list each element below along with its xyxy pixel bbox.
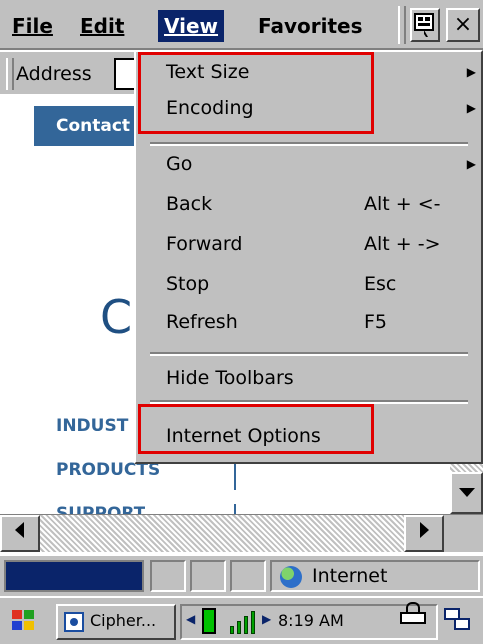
address-label: Address [16,63,92,85]
security-zone-pane: Internet [270,560,480,592]
submenu-arrow-icon: ▶ [466,101,476,115]
menu-item-shortcut: Alt + <- [364,193,441,215]
keyboard-icon[interactable] [398,602,430,626]
browser-icon [64,612,84,632]
clock[interactable]: 8:19 AM [278,606,344,636]
menu-item-shortcut: Alt + -> [364,233,441,255]
menu-item-back[interactable]: Back Alt + <- [166,186,476,222]
task-switcher-icon[interactable] [444,608,474,638]
menu-item-refresh[interactable]: Refresh F5 [166,304,476,340]
menu-favorites-label: Favorites [258,14,363,38]
status-pane [150,560,186,592]
toolbar-icon [414,13,434,37]
taskbar: Cipher... ◀ ▶ 8:19 AM [0,596,483,644]
address-bar-grip[interactable] [6,58,14,90]
menu-view[interactable]: View [158,10,225,42]
windows-flag-icon [12,610,36,632]
menu-item-label: Go [166,153,193,175]
progress-bar [4,560,144,592]
security-zone-label: Internet [312,565,388,587]
scroll-right-button[interactable] [404,515,444,552]
nav-support-link[interactable]: SUPPORT [56,504,145,514]
menu-item-label: Stop [166,273,210,295]
menu-separator [150,352,468,356]
horizontal-scrollbar[interactable] [0,514,483,552]
arrow-right-icon [420,522,429,538]
menu-item-label: Refresh [166,311,238,333]
scrollbar-corner [444,515,483,552]
menu-file-label: File [12,14,53,38]
menu-item-label: Back [166,193,213,215]
close-button[interactable]: × [446,8,480,42]
status-pane [190,560,226,592]
menu-item-label: Forward [166,233,243,255]
scroll-down-button[interactable] [450,472,483,514]
menu-file[interactable]: File [6,10,59,42]
menu-view-label: View [164,14,219,38]
highlight-box-text-size-encoding [138,52,374,134]
submenu-arrow-icon: ▶ [466,157,476,171]
menu-item-shortcut: Esc [364,273,397,295]
menu-item-hide-toolbars[interactable]: Hide Toolbars [166,360,476,396]
taskbar-app-button[interactable]: Cipher... [56,604,176,640]
toolbar-toggle-button[interactable] [410,8,440,42]
signal-strength-icon[interactable] [230,610,258,634]
taskbar-app-label: Cipher... [90,611,157,630]
arrow-down-icon [458,488,475,497]
menu-item-go[interactable]: Go ▶ [166,146,476,182]
menu-item-stop[interactable]: Stop Esc [166,266,476,302]
menu-edit[interactable]: Edit [74,10,130,42]
tray-right-arrow-icon[interactable]: ▶ [262,612,271,626]
menu-favorites[interactable]: Favorites [252,10,397,42]
start-button[interactable] [4,604,50,640]
submenu-arrow-icon: ▶ [466,65,476,79]
nav-industry-link[interactable]: INDUST [56,416,128,436]
highlight-box-internet-options [138,404,374,454]
menu-item-shortcut: F5 [364,311,388,333]
status-bar: Internet [0,556,483,596]
menu-edit-label: Edit [80,14,125,38]
close-icon: × [453,12,473,37]
menu-bar: File Edit View Favorites × [0,0,483,50]
site-logo-letter: C [100,290,133,344]
globe-icon [280,566,302,588]
arrow-left-icon [15,522,24,538]
tray-left-arrow-icon[interactable]: ◀ [186,612,195,626]
battery-icon[interactable] [202,608,216,634]
menu-item-forward[interactable]: Forward Alt + -> [166,226,476,262]
status-pane [230,560,266,592]
menu-item-label: Hide Toolbars [166,367,294,389]
toolbar-grip[interactable] [398,6,406,44]
contact-tab-link[interactable]: Contact [34,106,144,146]
scroll-left-button[interactable] [0,515,40,552]
